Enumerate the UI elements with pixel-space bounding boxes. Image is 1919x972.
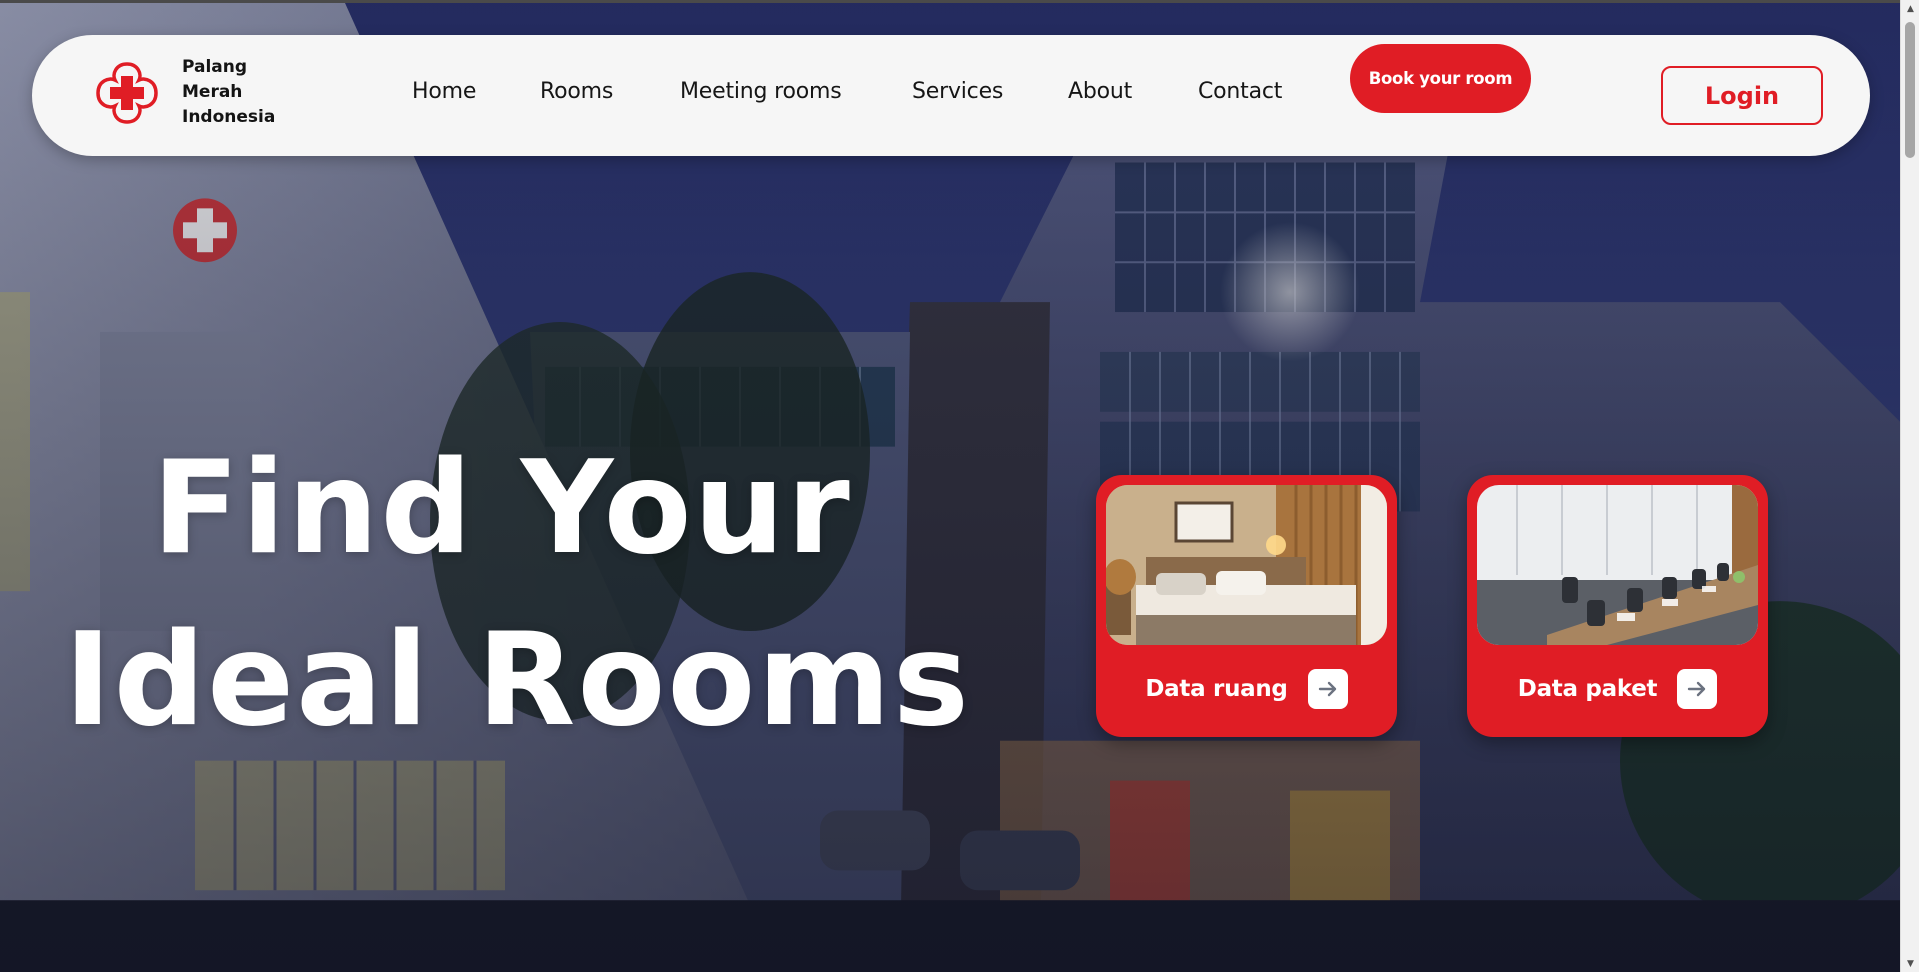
arrow-right-icon[interactable]	[1307, 669, 1348, 709]
hero-heading: Find Your Ideal Rooms	[64, 423, 971, 767]
bedroom-photo	[1106, 485, 1387, 645]
login-button[interactable]: Login	[1661, 66, 1823, 125]
scroll-thumb[interactable]	[1905, 22, 1915, 158]
data-paket-card[interactable]: Data paket	[1467, 475, 1768, 737]
data-ruang-footer: Data ruang	[1096, 665, 1397, 713]
scroll-up-arrow-icon[interactable]: ▲	[1901, 0, 1919, 17]
page-viewport: Palang Merah Indonesia Home Rooms Meetin…	[0, 0, 1900, 972]
data-paket-footer: Data paket	[1467, 665, 1768, 713]
nav-about[interactable]: About	[1068, 79, 1132, 104]
hero-heading-line-1: Find Your	[152, 434, 852, 583]
data-paket-label: Data paket	[1517, 676, 1658, 702]
scroll-down-arrow-icon[interactable]: ▼	[1901, 955, 1919, 972]
nav-meeting-rooms[interactable]: Meeting rooms	[680, 79, 842, 104]
brand-name: Palang Merah Indonesia	[182, 55, 292, 130]
arrow-right-icon[interactable]	[1677, 669, 1718, 709]
brand-logo[interactable]: Palang Merah Indonesia	[92, 55, 292, 130]
nav-contact[interactable]: Contact	[1198, 79, 1282, 104]
meeting-room-photo	[1477, 485, 1758, 645]
page-scrollbar[interactable]: ▲ ▼	[1900, 0, 1919, 972]
brand-name-line-3: Indonesia	[182, 107, 276, 127]
data-ruang-label: Data ruang	[1145, 676, 1288, 702]
brand-name-line-2: Merah	[182, 82, 243, 102]
red-cross-flower-icon	[96, 61, 158, 124]
book-room-button[interactable]: Book your room	[1350, 44, 1531, 113]
brand-name-line-1: Palang	[182, 57, 248, 77]
nav-services[interactable]: Services	[912, 79, 1003, 104]
navbar: Palang Merah Indonesia Home Rooms Meetin…	[32, 35, 1870, 156]
nav-home[interactable]: Home	[412, 79, 476, 104]
data-ruang-card[interactable]: Data ruang	[1096, 475, 1397, 737]
hero-heading-line-2: Ideal Rooms	[64, 606, 971, 755]
nav-rooms[interactable]: Rooms	[540, 79, 613, 104]
